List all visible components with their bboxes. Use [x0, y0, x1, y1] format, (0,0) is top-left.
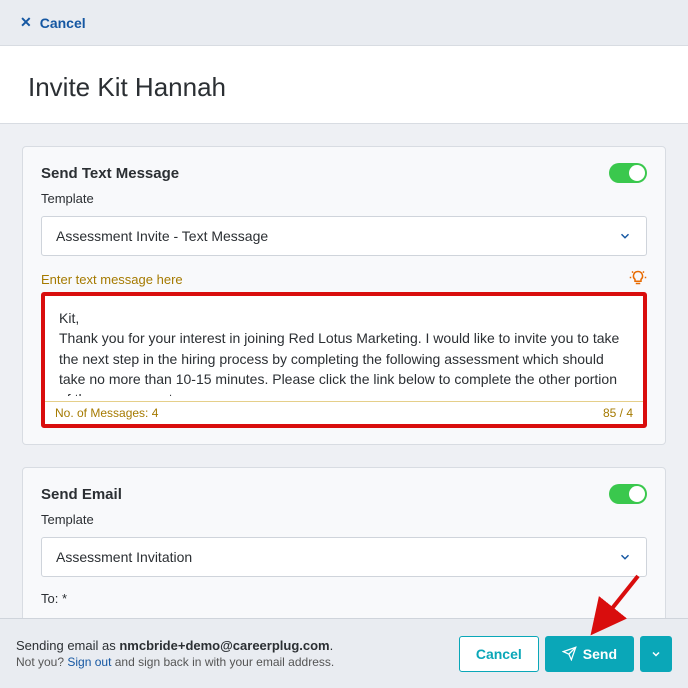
chevron-down-icon [650, 648, 662, 660]
send-dropdown-button[interactable] [640, 636, 672, 672]
text-toggle[interactable] [609, 163, 647, 183]
send-button[interactable]: Send [545, 636, 634, 672]
sending-line2: Not you? Sign out and sign back in with … [16, 655, 334, 669]
sign-out-link[interactable]: Sign out [67, 655, 111, 669]
sending-address: nmcbride+demo@careerplug.com [119, 638, 329, 653]
email-panel-header: Send Email [41, 484, 647, 504]
email-toggle[interactable] [609, 484, 647, 504]
chevron-down-icon [618, 229, 632, 243]
text-panel-header: Send Text Message [41, 163, 647, 183]
text-body-input[interactable] [45, 296, 643, 396]
text-template-value: Assessment Invite - Text Message [56, 228, 268, 244]
top-bar: ✕ Cancel [0, 0, 688, 46]
close-icon: ✕ [20, 14, 32, 31]
text-template-label: Template [41, 191, 647, 206]
email-heading: Send Email [41, 486, 122, 503]
email-panel: Send Email Template Assessment Invitatio… [22, 467, 666, 623]
send-label: Send [583, 646, 617, 662]
text-message-panel: Send Text Message Template Assessment In… [22, 146, 666, 445]
text-prompt-row: Enter text message here [41, 270, 647, 288]
toggle-knob [629, 486, 645, 502]
text-prompt: Enter text message here [41, 272, 183, 287]
email-template-value: Assessment Invitation [56, 549, 192, 565]
sending-prefix: Sending email as [16, 638, 119, 653]
text-body-footer: No. of Messages: 4 85 / 4 [45, 401, 643, 424]
lightbulb-icon[interactable] [629, 270, 647, 288]
action-buttons: Cancel Send [459, 636, 672, 672]
email-template-select[interactable]: Assessment Invitation [41, 537, 647, 577]
sending-line1: Sending email as nmcbride+demo@careerplu… [16, 638, 334, 653]
email-to-label: To: * [41, 591, 647, 606]
sign-out-suffix: and sign back in with your email address… [111, 655, 334, 669]
cancel-top-button[interactable]: ✕ Cancel [20, 14, 86, 31]
text-body-highlight: No. of Messages: 4 85 / 4 [41, 292, 647, 428]
cancel-top-label: Cancel [40, 15, 86, 31]
bottom-bar: Sending email as nmcbride+demo@careerplu… [0, 618, 688, 688]
message-count: No. of Messages: 4 [55, 406, 158, 420]
not-you-text: Not you? [16, 655, 67, 669]
page-title: Invite Kit Hannah [28, 72, 660, 103]
content-area: Send Text Message Template Assessment In… [0, 123, 688, 667]
title-row: Invite Kit Hannah [0, 46, 688, 123]
text-heading: Send Text Message [41, 165, 179, 182]
text-template-select[interactable]: Assessment Invite - Text Message [41, 216, 647, 256]
chevron-down-icon [618, 550, 632, 564]
paper-plane-icon [562, 646, 577, 661]
sending-info: Sending email as nmcbride+demo@careerplu… [16, 638, 334, 669]
sending-suffix: . [330, 638, 334, 653]
email-template-label: Template [41, 512, 647, 527]
toggle-knob [629, 165, 645, 181]
cancel-label: Cancel [476, 646, 522, 662]
char-count: 85 / 4 [603, 406, 633, 420]
cancel-button[interactable]: Cancel [459, 636, 539, 672]
